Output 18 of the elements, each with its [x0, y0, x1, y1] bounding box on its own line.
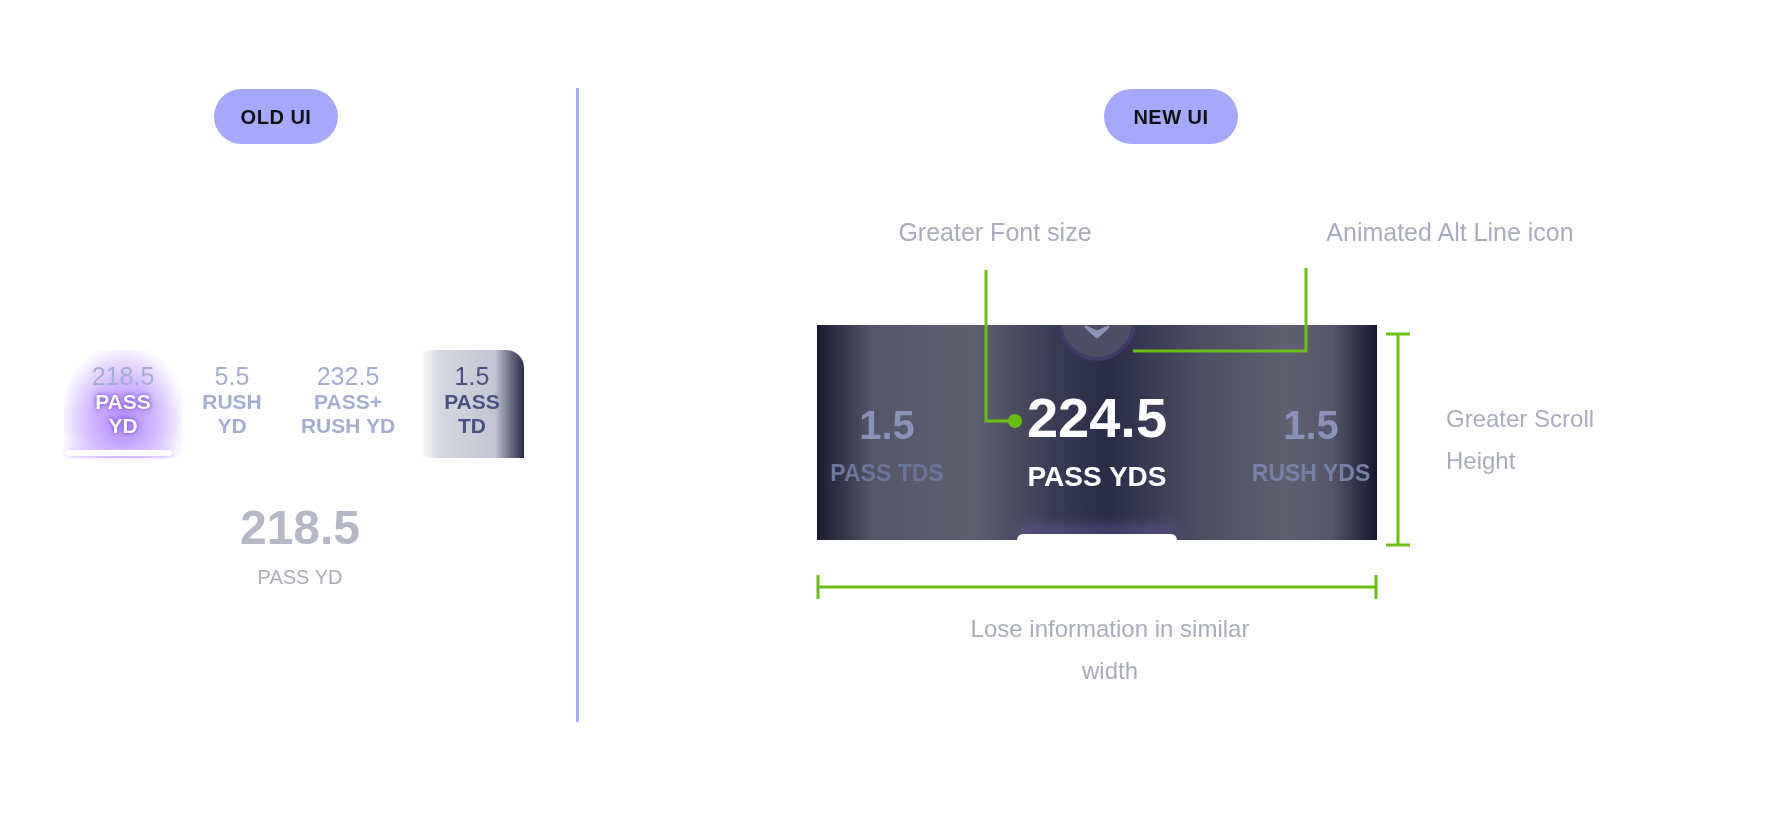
stat-value: 218.5 — [238, 500, 362, 556]
stat-tab[interactable]: 232.5 PASS+ RUSH YD — [282, 350, 414, 458]
annotation-text: Greater Font size — [897, 217, 1093, 248]
stat-label: PASS YDS — [1027, 461, 1167, 493]
chevron-down-icon — [1084, 325, 1110, 341]
stat-value: 1.5 — [1283, 403, 1339, 447]
stat-value: 1.5 — [859, 403, 915, 447]
annotation-text: Greater Scroll Height — [1446, 404, 1596, 476]
stat-tab[interactable]: 5.5 RUSH YD — [182, 350, 282, 458]
annotation-text: Animated Alt Line icon — [1325, 217, 1575, 248]
stat-tab[interactable]: 1.5 PASS TD — [420, 350, 524, 458]
stat-label: PASS YD — [256, 565, 344, 590]
stat-label: RUSH YDS — [1251, 459, 1371, 487]
stat-value: 224.5 — [1026, 387, 1168, 449]
new-ui-badge: NEW UI — [1104, 89, 1238, 144]
annotation-text: Lose information in similar width — [969, 614, 1251, 686]
old-ui-badge: OLD UI — [214, 89, 338, 144]
stat-tab[interactable]: 218.5 PASS YD — [64, 350, 182, 458]
